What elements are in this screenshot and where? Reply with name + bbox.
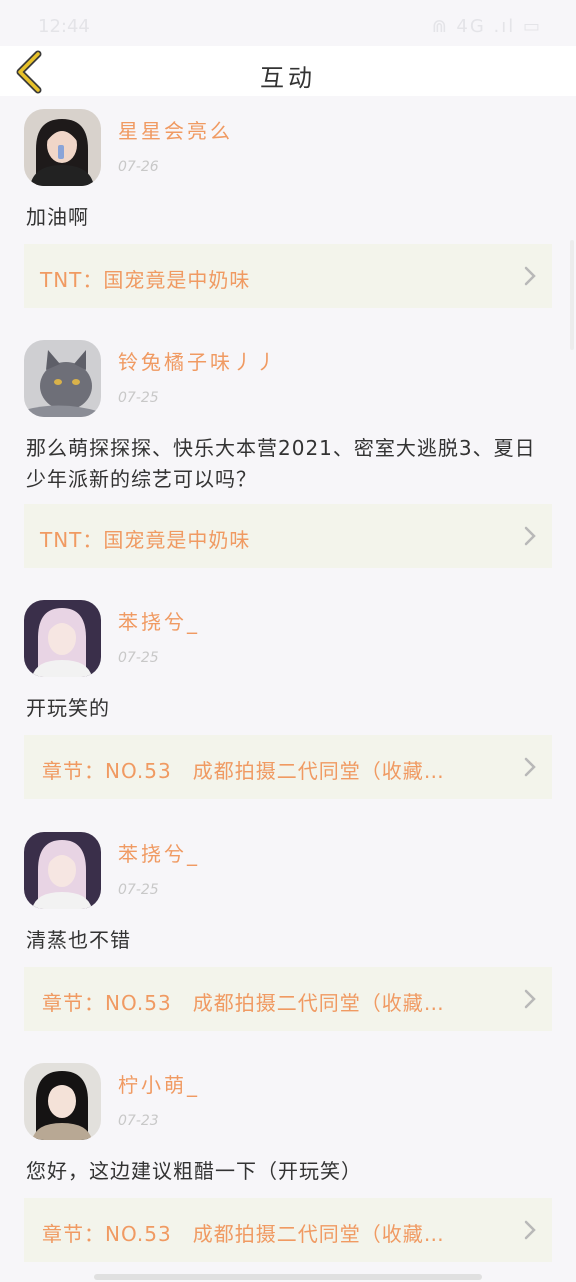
status-time: 12:44: [38, 16, 90, 37]
chevron-right-icon: [524, 266, 536, 286]
comment-text: 清蒸也不错: [26, 928, 131, 952]
list-item: 铃兔橘子味丿丿 07-25 那么萌探探探、快乐大本营2021、密室大逃脱3、夏日…: [0, 327, 576, 587]
avatar[interactable]: [24, 109, 101, 186]
list-item: 苯挠兮_ 07-25 开玩笑的 章节：NO.53 成都拍摄二代同堂（收藏…: [0, 587, 576, 819]
avatar[interactable]: [24, 832, 101, 909]
reference-card[interactable]: TNT：国宠竟是中奶味: [24, 244, 552, 308]
reference-title: 章节：NO.53 成都拍摄二代同堂（收藏…: [42, 991, 445, 1015]
comment-text: 您好，这边建议粗醋一下（开玩笑）: [26, 1159, 362, 1183]
header-bar: 互动: [0, 46, 576, 96]
avatar[interactable]: [24, 1063, 101, 1140]
reference-card[interactable]: TNT：国宠竟是中奶味: [24, 504, 552, 568]
avatar[interactable]: [24, 600, 101, 677]
chevron-right-icon: [524, 526, 536, 546]
comment-date: 07-25: [118, 390, 159, 406]
avatar[interactable]: [24, 340, 101, 417]
status-icons: ⋒ 4G .ıl ▭: [431, 16, 542, 37]
chevron-right-icon: [524, 757, 536, 777]
page-title: 互动: [260, 64, 316, 92]
list-item: 苯挠兮_ 07-25 清蒸也不错 章节：NO.53 成都拍摄二代同堂（收藏…: [0, 819, 576, 1051]
reference-card[interactable]: 章节：NO.53 成都拍摄二代同堂（收藏…: [24, 967, 552, 1031]
username[interactable]: 星星会亮么: [118, 115, 233, 144]
chevron-right-icon: [524, 989, 536, 1009]
comment-date: 07-23: [118, 1113, 159, 1129]
username[interactable]: 柠小萌_: [118, 1069, 200, 1098]
reference-title: 章节：NO.53 成都拍摄二代同堂（收藏…: [42, 1222, 445, 1246]
reference-card[interactable]: 章节：NO.53 成都拍摄二代同堂（收藏…: [24, 735, 552, 799]
reference-card[interactable]: 章节：NO.53 成都拍摄二代同堂（收藏…: [24, 1198, 552, 1262]
comment-date: 07-25: [118, 882, 159, 898]
reference-title: TNT：国宠竟是中奶味: [40, 528, 251, 552]
comment-text: 那么萌探探探、快乐大本营2021、密室大逃脱3、夏日少年派新的综艺可以吗？: [26, 436, 536, 491]
comment-date: 07-26: [118, 159, 159, 175]
status-bar: 12:44 ⋒ 4G .ıl ▭: [0, 0, 576, 46]
home-indicator: [94, 1274, 482, 1280]
username[interactable]: 铃兔橘子味丿丿: [118, 346, 279, 375]
chevron-right-icon: [524, 1220, 536, 1240]
username[interactable]: 苯挠兮_: [118, 606, 200, 635]
comment-text: 加油啊: [26, 205, 89, 229]
username[interactable]: 苯挠兮_: [118, 838, 200, 867]
comment-text: 开玩笑的: [26, 696, 110, 720]
list-item: 柠小萌_ 07-23 您好，这边建议粗醋一下（开玩笑） 章节：NO.53 成都拍…: [0, 1050, 576, 1282]
reference-title: 章节：NO.53 成都拍摄二代同堂（收藏…: [42, 759, 445, 783]
comment-date: 07-25: [118, 650, 159, 666]
reference-title: TNT：国宠竟是中奶味: [40, 268, 251, 292]
list-item: 星星会亮么 07-26 加油啊 TNT：国宠竟是中奶味: [0, 96, 576, 328]
